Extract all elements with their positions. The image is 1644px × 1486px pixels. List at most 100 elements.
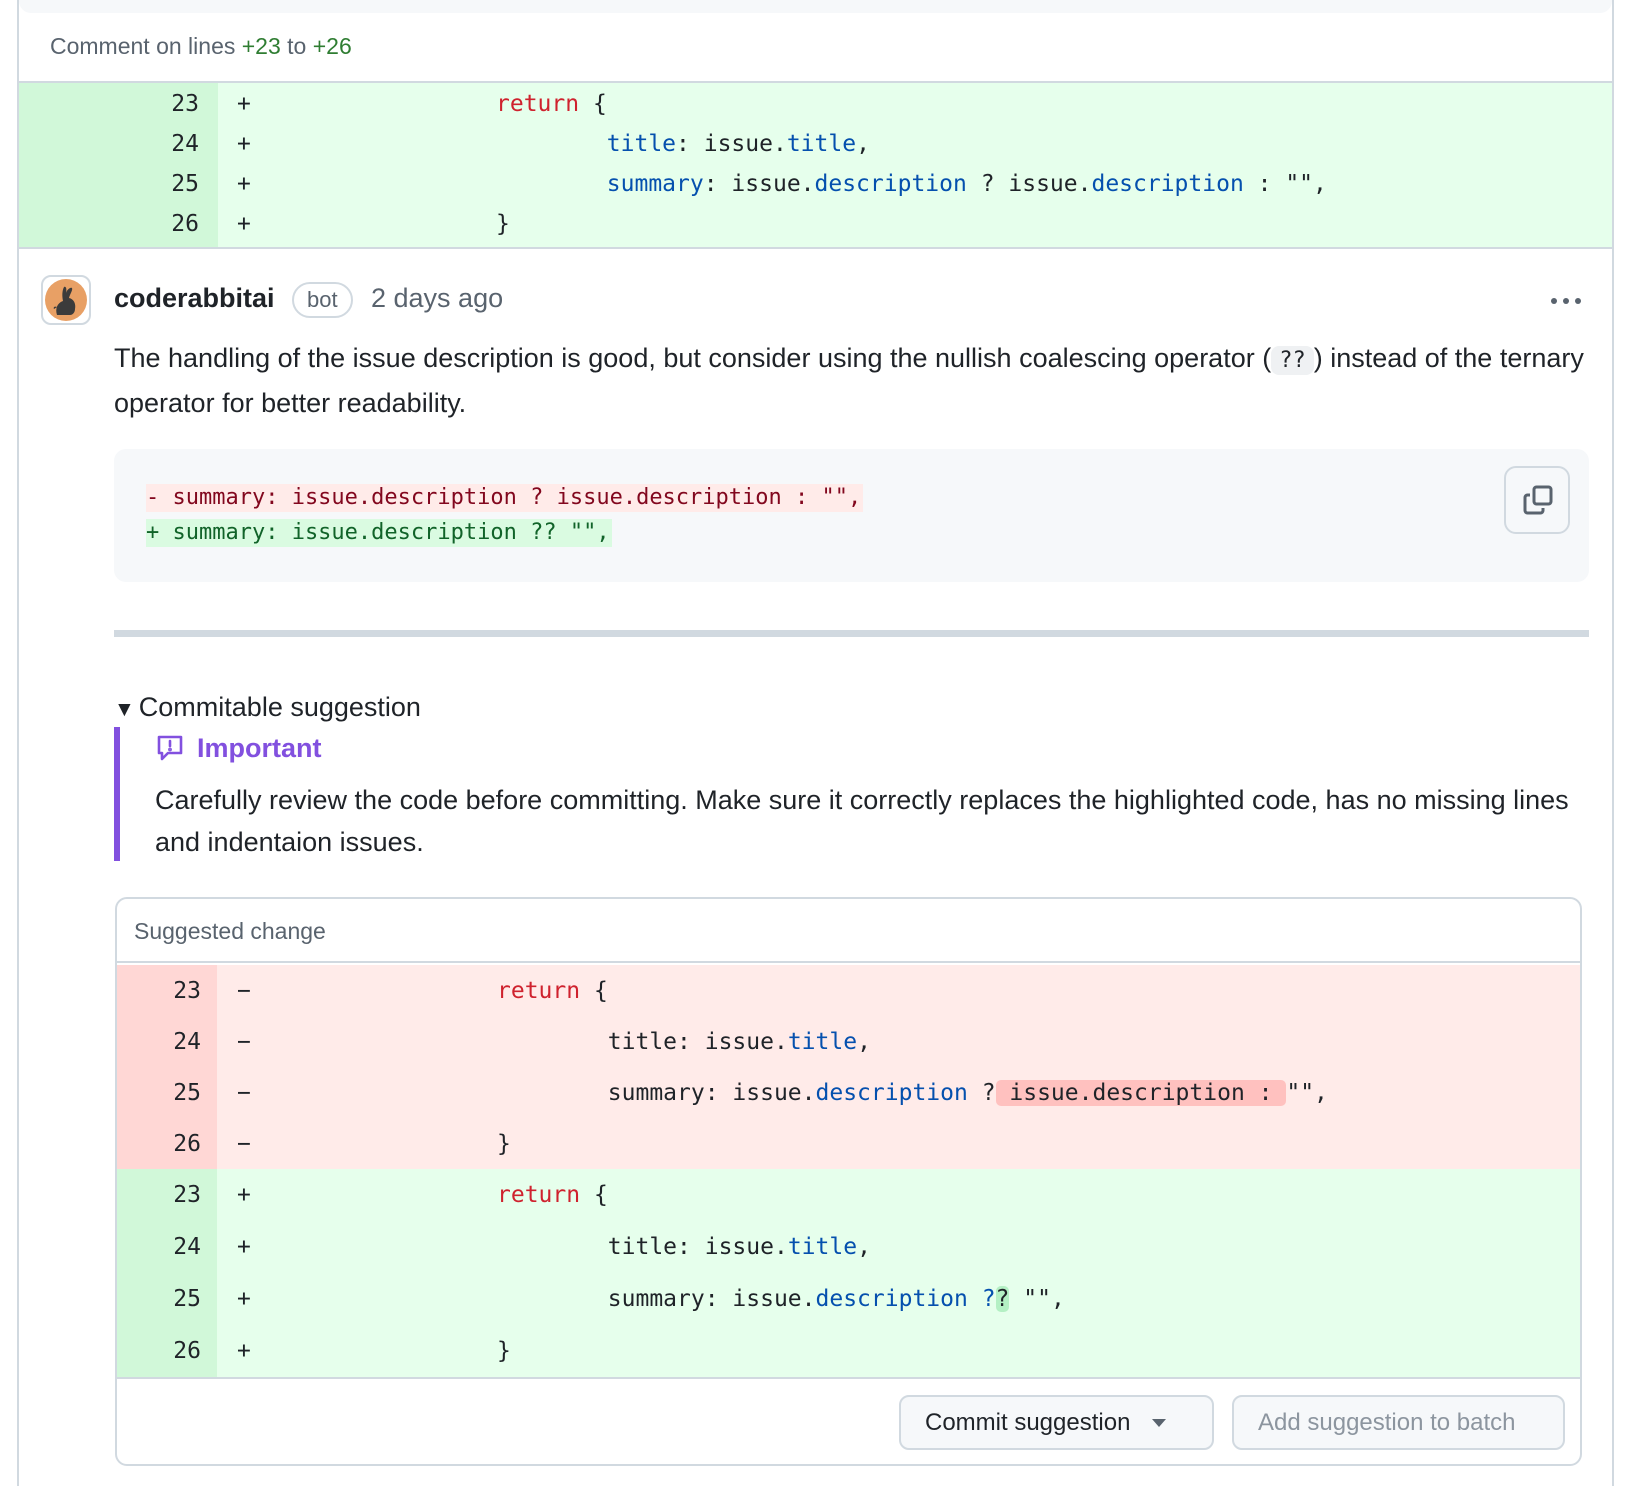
code-token: title <box>786 131 857 157</box>
code-token: return <box>496 91 580 117</box>
code-token: title: issue. <box>607 1234 788 1260</box>
diff-row[interactable]: 23 + return { <box>19 84 1612 124</box>
diff-row[interactable]: 24 + title: issue.title, <box>19 124 1612 164</box>
code-token: ? <box>967 1286 996 1312</box>
code-token: title <box>606 131 677 157</box>
code-token: ? <box>967 1080 996 1106</box>
bot-badge: bot <box>292 282 353 318</box>
suggested-change-header: Suggested change <box>117 899 1580 963</box>
comment-range-prefix: Comment on lines <box>50 33 236 59</box>
added-line: + summary: issue.description ?? "", <box>146 519 612 547</box>
code-token: , <box>857 1234 871 1260</box>
code-line: summary: issue.description ?? "", <box>608 1273 1065 1325</box>
code-token: title <box>787 1234 858 1260</box>
diff-sign: − <box>237 1029 251 1055</box>
code-token: ? <box>995 1286 1010 1312</box>
code-token: } <box>497 1131 511 1157</box>
code-token: description <box>1091 171 1244 197</box>
diff-row[interactable]: 23 + return { <box>117 1169 1580 1221</box>
add-suggestion-to-batch-button[interactable]: Add suggestion to batch <box>1232 1395 1565 1450</box>
line-number[interactable]: 25 <box>117 1067 201 1119</box>
copy-button[interactable] <box>1504 466 1570 534</box>
context-diff: 23 + return {24 + title: issue.title, 25 + summ… <box>19 81 1612 249</box>
line-number[interactable]: 23 <box>117 1169 201 1221</box>
code-token: , <box>856 131 870 157</box>
commit-suggestion-button[interactable]: Commit suggestion <box>899 1395 1214 1450</box>
code-line: return { <box>496 84 607 124</box>
code-line: title: issue.title, <box>608 1016 871 1068</box>
report-icon <box>157 735 183 761</box>
code-token: title <box>787 1029 858 1055</box>
code-token: { <box>580 1182 608 1208</box>
diff-sign: − <box>237 978 251 1004</box>
line-number[interactable]: 25 <box>117 1273 201 1325</box>
code-line: summary: issue.description ? issue.descr… <box>608 1067 1328 1119</box>
line-number[interactable]: 25 <box>19 164 199 204</box>
diff-sign: + <box>237 1182 251 1208</box>
diff-row[interactable]: 26 −} <box>117 1118 1580 1170</box>
copy-icon <box>1523 485 1553 515</box>
inline-code: ?? <box>1271 346 1314 375</box>
removed-line: - summary: issue.description ? issue.des… <box>146 484 864 512</box>
code-line: } <box>496 204 510 244</box>
diff-sign: + <box>237 171 251 197</box>
line-number[interactable]: 24 <box>117 1016 201 1068</box>
code-line: return { <box>497 1169 608 1221</box>
code-token: } <box>496 211 510 237</box>
code-token: summary <box>606 171 704 197</box>
suggestion-code-block: - summary: issue.description ? issue.des… <box>114 449 1589 582</box>
alert-title: Important <box>155 733 322 764</box>
suggested-change-box: Suggested change 23− return {24− title: is… <box>115 897 1582 1466</box>
diff-sign: + <box>237 131 251 157</box>
code-token: description <box>814 171 967 197</box>
comment-body: The handling of the issue description is… <box>114 337 1584 424</box>
line-number[interactable]: 26 <box>19 204 199 244</box>
line-number[interactable]: 26 <box>117 1118 201 1170</box>
code-line: return { <box>497 965 608 1017</box>
suggested-added-block: 23 + return {24 + title: issue.title, 25 + summ… <box>117 1169 1580 1379</box>
code-line: summary: issue.description ? issue.descr… <box>607 164 1327 204</box>
code-line: } <box>497 1325 511 1377</box>
comment-range-connector: to <box>287 33 307 59</box>
code-token: description <box>815 1080 968 1106</box>
code-line: title: issue.title, <box>608 1221 871 1273</box>
diff-row[interactable]: 26 +} <box>19 204 1612 244</box>
code-token: issue.description : <box>995 1080 1287 1106</box>
line-number[interactable]: 23 <box>19 84 199 124</box>
diff-row[interactable]: 24 − title: issue.title, <box>117 1016 1580 1068</box>
comment-author[interactable]: coderabbitai <box>114 283 275 314</box>
caret-down-icon[interactable] <box>1152 1419 1167 1427</box>
diff-row[interactable]: 26 +} <box>117 1325 1580 1377</box>
diff-row[interactable]: 25 + summary: issue.description ? issue.de… <box>19 164 1612 204</box>
diff-sign: + <box>237 1286 251 1312</box>
avatar[interactable] <box>41 275 91 325</box>
triangle-down-icon: ▼ <box>114 698 135 721</box>
code-line: title: issue.title, <box>607 124 870 164</box>
code-token: { <box>580 978 608 1004</box>
line-number[interactable]: 23 <box>117 965 201 1017</box>
diff-row[interactable]: 23 − return { <box>117 965 1580 1017</box>
comment-range-start: +23 <box>241 33 281 59</box>
commitable-suggestion-toggle[interactable]: ▼ Commitable suggestion <box>114 692 421 723</box>
code-line: } <box>497 1118 511 1170</box>
comment-timestamp[interactable]: 2 days ago <box>371 283 503 314</box>
line-number[interactable]: 24 <box>117 1221 201 1273</box>
details-summary-label: Commitable suggestion <box>138 692 421 722</box>
code-token: summary: issue. <box>607 1286 816 1312</box>
diff-sign: + <box>237 1338 251 1364</box>
comment-line-range: Comment on lines +23 to +26 <box>50 33 352 60</box>
line-number[interactable]: 26 <box>117 1325 201 1377</box>
code-token: { <box>579 91 607 117</box>
diff-sign: + <box>237 91 251 117</box>
kebab-horizontal-icon[interactable] <box>1546 291 1586 311</box>
diff-row[interactable]: 24 + title: issue.title, <box>117 1221 1580 1273</box>
diff-row[interactable]: 25 − summary: issue.description ? issue.de… <box>117 1067 1580 1119</box>
alert-text: Carefully review the code before committ… <box>155 785 1569 857</box>
code-token: return <box>497 1182 581 1208</box>
code-token: : issue. <box>703 171 815 197</box>
diff-sign: + <box>237 211 251 237</box>
line-number[interactable]: 24 <box>19 124 199 164</box>
diff-row[interactable]: 25 + summary: issue.description ?? "", <box>117 1273 1580 1325</box>
code-token: title: issue. <box>607 1029 788 1055</box>
diff-sign: − <box>237 1080 251 1106</box>
